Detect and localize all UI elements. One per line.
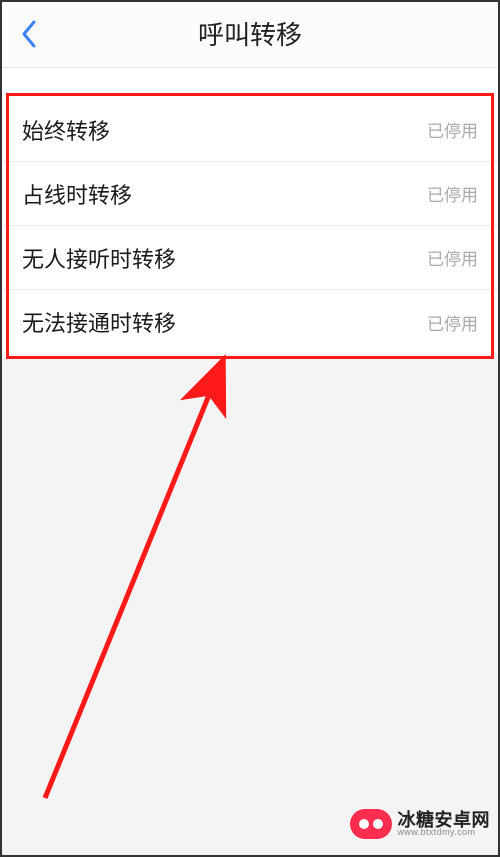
watermark: 冰糖安卓网 www.btxtdmy.com — [350, 809, 491, 839]
content-area: 始终转移 已停用 占线时转移 已停用 无人接听时转移 已停用 无法接通时转移 已… — [0, 98, 500, 857]
row-label: 始终转移 — [22, 114, 110, 146]
row-label: 无人接听时转移 — [22, 242, 176, 274]
list-item-unreachable-forward[interactable]: 无法接通时转移 已停用 — [0, 290, 500, 354]
row-label: 占线时转移 — [22, 178, 132, 210]
list-item-noanswer-forward[interactable]: 无人接听时转移 已停用 — [0, 226, 500, 290]
watermark-domain: www.btxtdmy.com — [398, 828, 491, 837]
back-button[interactable] — [14, 19, 44, 49]
list-item-always-forward[interactable]: 始终转移 已停用 — [0, 98, 500, 162]
row-status: 已停用 — [427, 245, 478, 270]
list-item-busy-forward[interactable]: 占线时转移 已停用 — [0, 162, 500, 226]
page-title: 呼叫转移 — [198, 15, 302, 52]
list-wrapper: 始终转移 已停用 占线时转移 已停用 无人接听时转移 已停用 无法接通时转移 已… — [0, 98, 500, 354]
chevron-left-icon — [20, 19, 38, 49]
header-bar: 呼叫转移 — [0, 0, 500, 68]
annotation-arrow — [40, 328, 260, 808]
watermark-logo-icon — [350, 809, 392, 839]
call-forward-list: 始终转移 已停用 占线时转移 已停用 无人接听时转移 已停用 无法接通时转移 已… — [0, 98, 500, 354]
row-status: 已停用 — [427, 181, 478, 206]
row-status: 已停用 — [427, 117, 478, 142]
row-label: 无法接通时转移 — [22, 306, 176, 338]
row-status: 已停用 — [427, 310, 478, 335]
